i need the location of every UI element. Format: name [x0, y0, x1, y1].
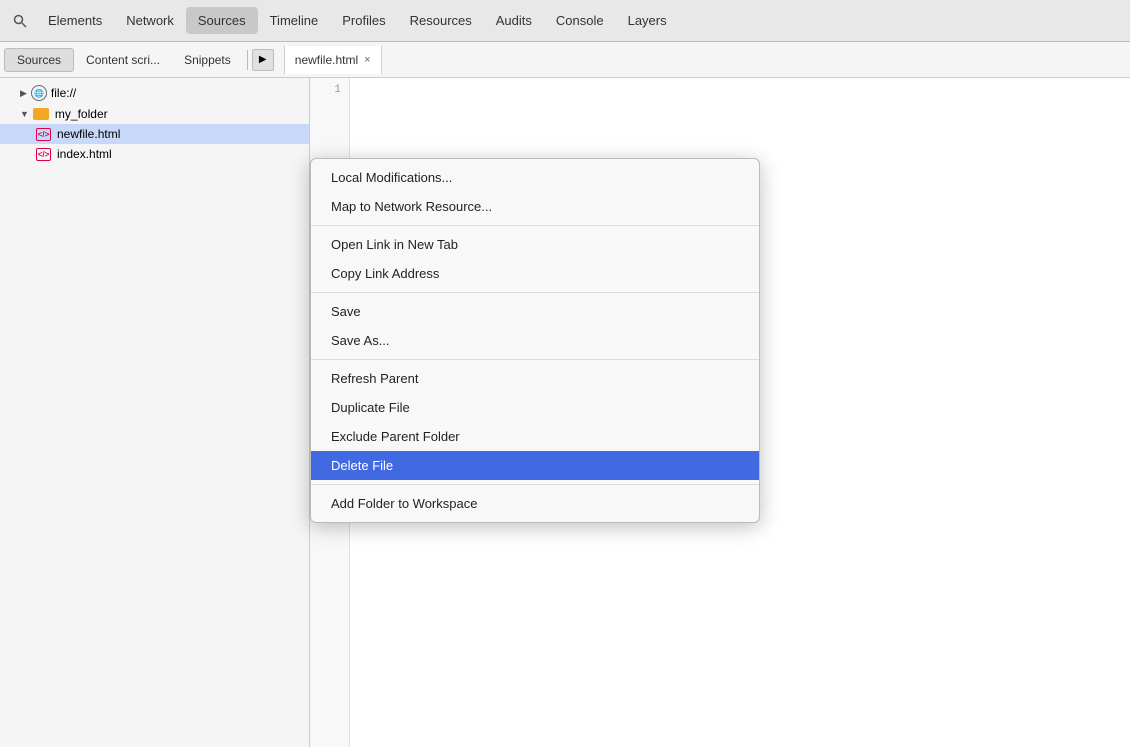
ctx-separator-2	[311, 292, 759, 293]
ctx-delete-file[interactable]: Delete File	[311, 451, 759, 480]
html-file-icon-index: </>	[36, 148, 51, 161]
html-file-icon-newfile: </>	[36, 128, 51, 141]
nav-elements[interactable]: Elements	[36, 7, 114, 34]
nav-resources[interactable]: Resources	[398, 7, 484, 34]
tree-item-my-folder[interactable]: ▼ my_folder	[0, 104, 309, 124]
search-icon	[13, 14, 27, 28]
nav-audits[interactable]: Audits	[484, 7, 544, 34]
ctx-separator-3	[311, 359, 759, 360]
tree-item-index-html[interactable]: </> index.html	[0, 144, 309, 164]
tree-item-newfile-label: newfile.html	[57, 127, 120, 141]
nav-timeline[interactable]: Timeline	[258, 7, 331, 34]
folder-triangle: ▼	[20, 109, 29, 119]
search-button[interactable]	[4, 5, 36, 37]
tab-snippets[interactable]: Snippets	[172, 49, 243, 71]
forward-button[interactable]: ▶	[252, 49, 274, 71]
nav-network[interactable]: Network	[114, 7, 186, 34]
globe-icon: 🌐	[31, 85, 47, 101]
ctx-refresh-parent[interactable]: Refresh Parent	[311, 364, 759, 393]
ctx-open-link[interactable]: Open Link in New Tab	[311, 230, 759, 259]
tab-divider	[247, 50, 248, 70]
tree-item-newfile-html[interactable]: </> newfile.html	[0, 124, 309, 144]
ctx-save[interactable]: Save	[311, 297, 759, 326]
tree-item-file-root[interactable]: ▶ 🌐 file://	[0, 82, 309, 104]
ctx-add-folder[interactable]: Add Folder to Workspace	[311, 489, 759, 518]
main-area: ▶ 🌐 file:// ▼ my_folder </> newfile.html…	[0, 78, 1130, 747]
ctx-separator-4	[311, 484, 759, 485]
nav-profiles[interactable]: Profiles	[330, 7, 397, 34]
tab-content-scripts[interactable]: Content scri...	[74, 49, 172, 71]
folder-icon	[33, 108, 49, 120]
sub-tab-bar: Sources Content scri... Snippets ▶ newfi…	[0, 42, 1130, 78]
top-nav-bar: Elements Network Sources Timeline Profil…	[0, 0, 1130, 42]
ctx-save-as[interactable]: Save As...	[311, 326, 759, 355]
nav-console[interactable]: Console	[544, 7, 616, 34]
ctx-duplicate-file[interactable]: Duplicate File	[311, 393, 759, 422]
file-tree-panel: ▶ 🌐 file:// ▼ my_folder </> newfile.html…	[0, 78, 310, 747]
ctx-copy-link[interactable]: Copy Link Address	[311, 259, 759, 288]
tree-item-file-root-label: file://	[51, 86, 76, 100]
file-tab-name: newfile.html	[295, 53, 358, 67]
file-tab-close-button[interactable]: ×	[364, 54, 370, 66]
ctx-separator-1	[311, 225, 759, 226]
file-tab-newfile[interactable]: newfile.html ×	[284, 46, 382, 74]
nav-sources[interactable]: Sources	[186, 7, 258, 34]
expand-triangle: ▶	[20, 88, 27, 99]
ctx-local-modifications[interactable]: Local Modifications...	[311, 163, 759, 192]
tree-item-my-folder-label: my_folder	[55, 107, 108, 121]
tab-sources[interactable]: Sources	[4, 48, 74, 72]
line-number-1: 1	[310, 82, 341, 98]
nav-layers[interactable]: Layers	[616, 7, 679, 34]
context-menu: Local Modifications... Map to Network Re…	[310, 158, 760, 523]
tree-item-index-label: index.html	[57, 147, 112, 161]
ctx-map-to-network[interactable]: Map to Network Resource...	[311, 192, 759, 221]
ctx-exclude-parent[interactable]: Exclude Parent Folder	[311, 422, 759, 451]
